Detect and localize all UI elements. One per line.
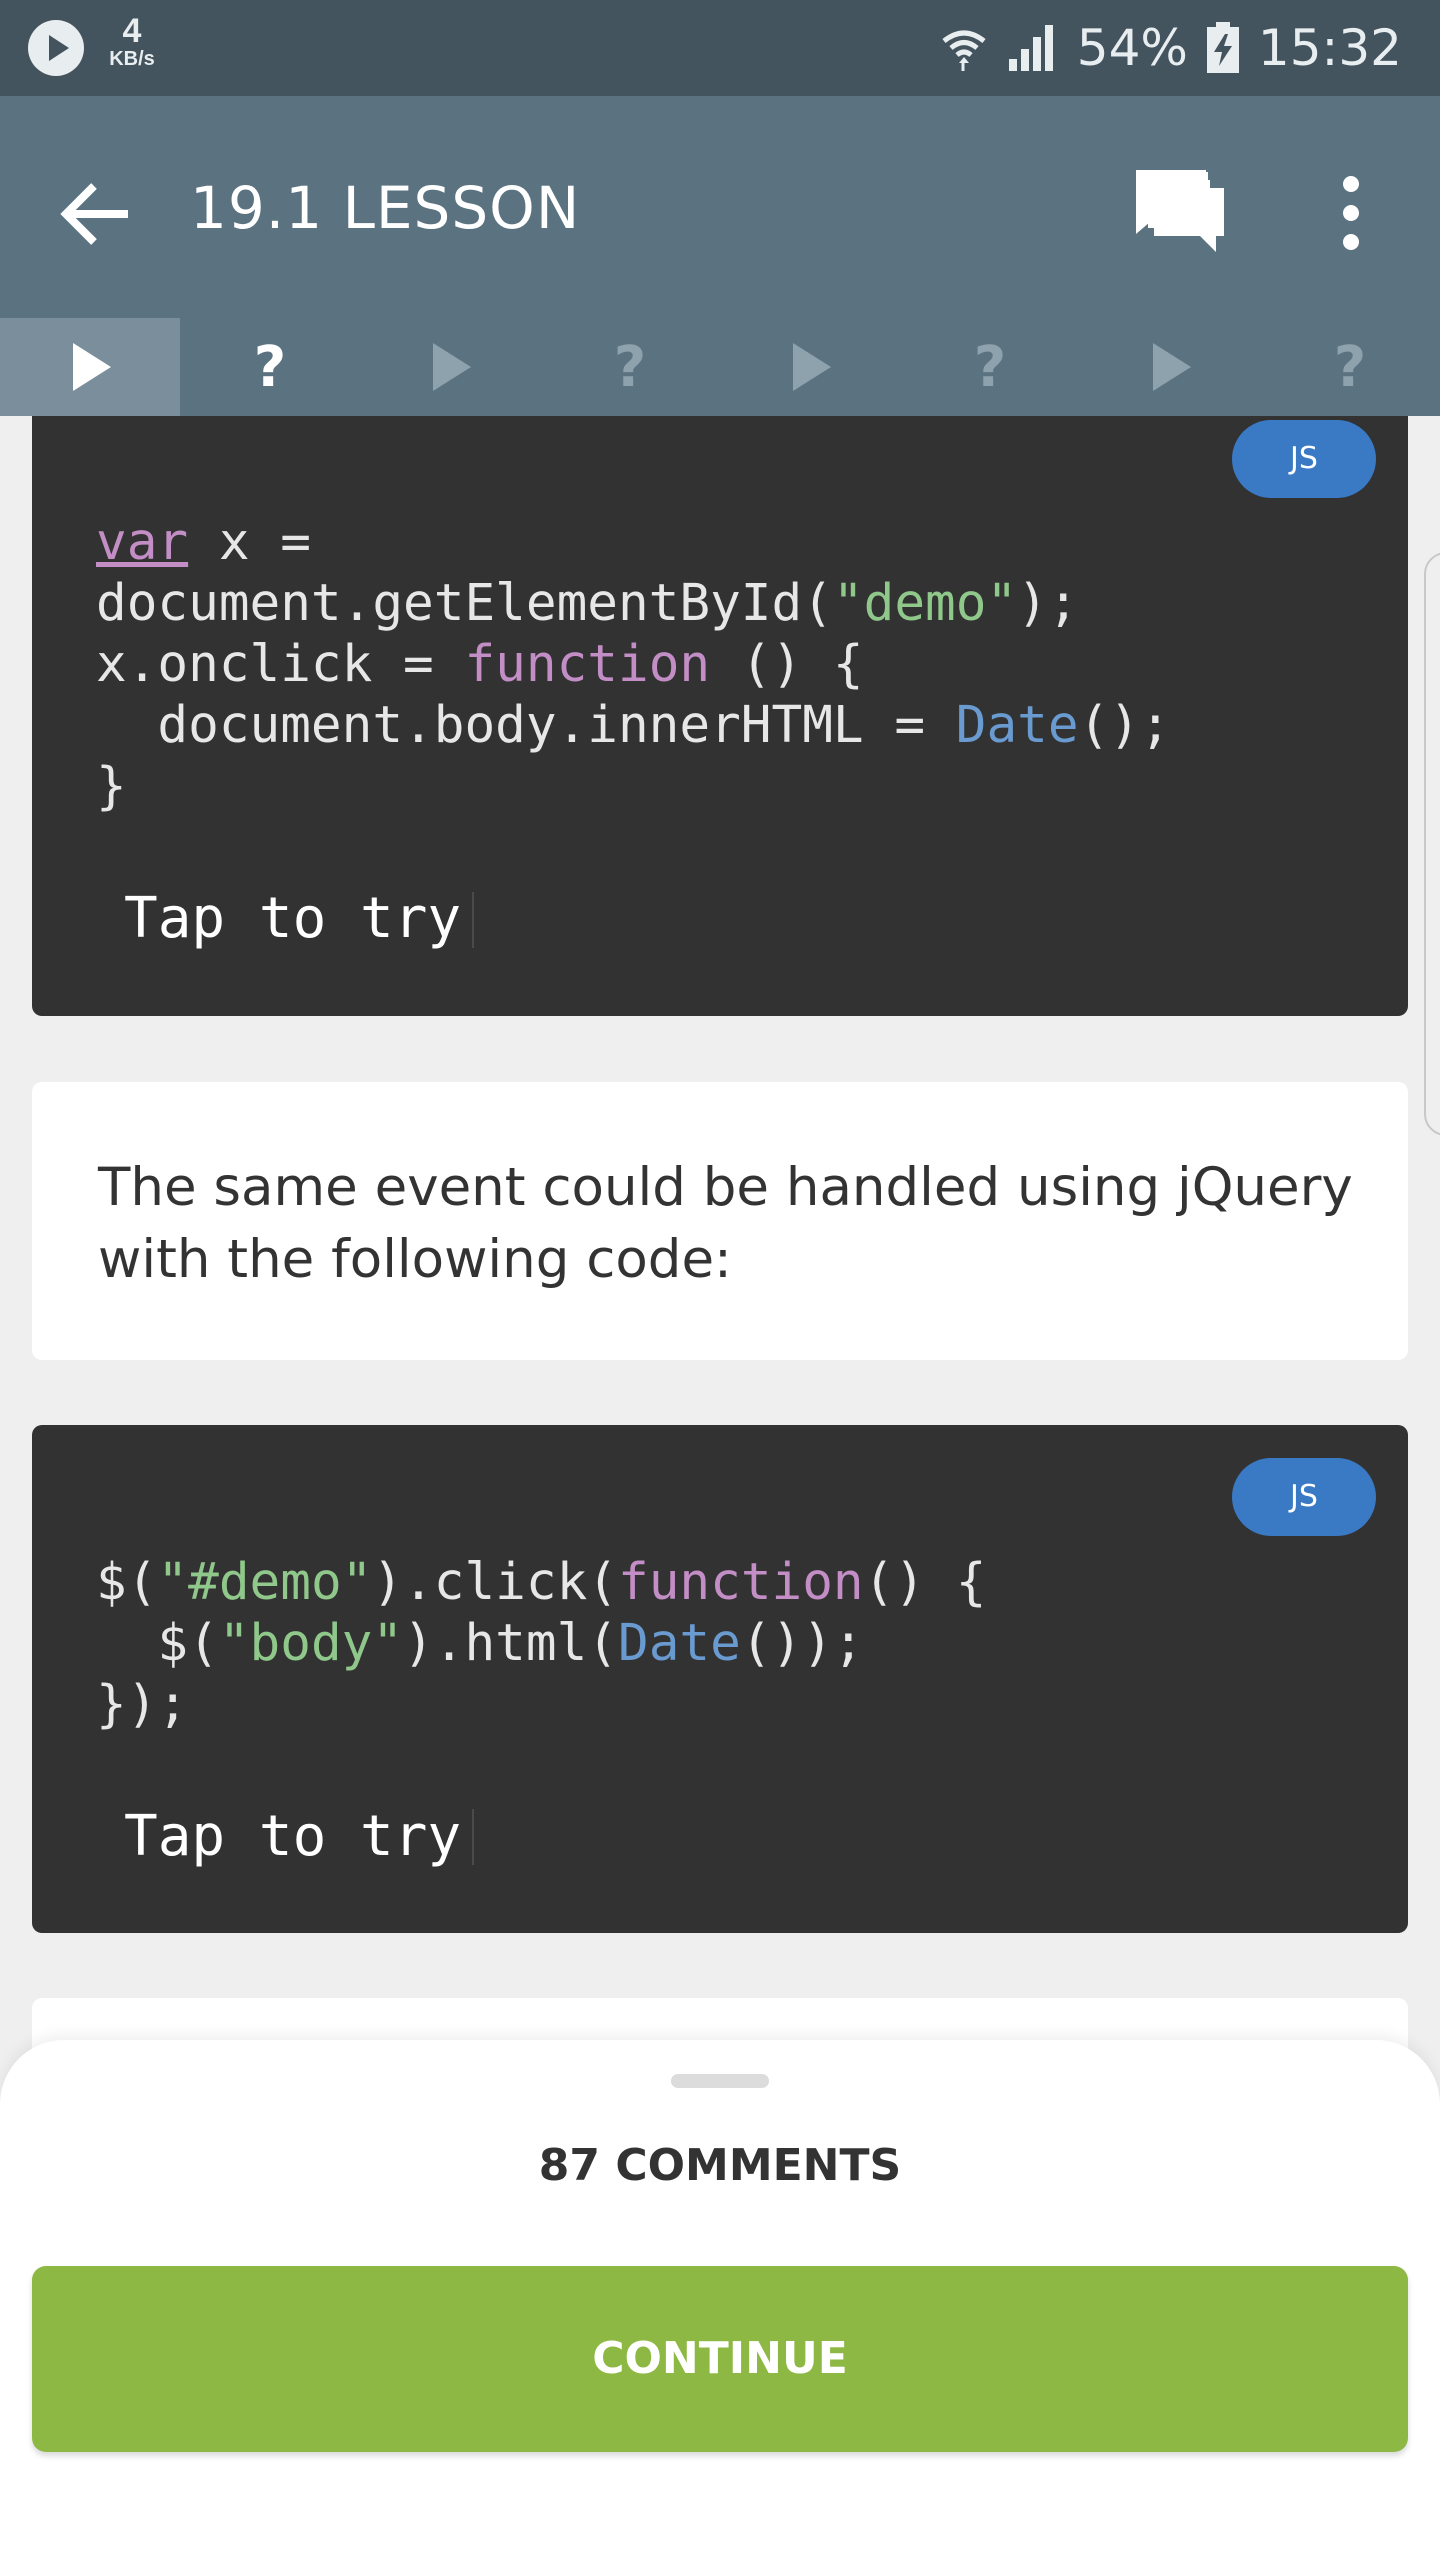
- question-mark-icon: ?: [973, 334, 1007, 400]
- lesson-title: 19.1 LESSON: [190, 174, 581, 242]
- language-badge: JS: [1232, 420, 1376, 498]
- tab-play-2[interactable]: [360, 318, 540, 416]
- tab-question-1[interactable]: ?: [180, 318, 360, 416]
- code-block-2[interactable]: JS $("#demo").click(function() { $("body…: [32, 1425, 1408, 1933]
- battery-charging-icon: [1206, 22, 1239, 73]
- network-speed: 4 KB/s: [102, 14, 162, 70]
- wifi-icon: [942, 30, 986, 71]
- app-bar: 19.1 LESSON: [0, 96, 1440, 318]
- tab-play-3[interactable]: [720, 318, 900, 416]
- tab-question-3[interactable]: ?: [900, 318, 1080, 416]
- network-speed-value: 4: [122, 12, 142, 50]
- scroll-indicator[interactable]: [1424, 552, 1440, 1136]
- signal-icon: [1008, 25, 1053, 71]
- explanation-card: The same event could be handled using jQ…: [32, 1082, 1408, 1360]
- bottom-sheet: 87 COMMENTS CONTINUE: [0, 2040, 1440, 2560]
- code-line-3: x.onclick = function () {: [96, 635, 864, 694]
- media-play-icon: [28, 20, 84, 76]
- code-line-1: $("#demo").click(function() {: [96, 1553, 987, 1612]
- caret: [472, 1809, 474, 1865]
- code-line-2: $("body").html(Date());: [96, 1614, 864, 1673]
- caret: [472, 892, 474, 948]
- sheet-drag-handle[interactable]: [671, 2074, 769, 2088]
- code-line-1: var x =: [96, 513, 311, 572]
- code-snippet-2: $("#demo").click(function() { $("body").…: [96, 1552, 986, 1735]
- tab-question-4[interactable]: ?: [1260, 318, 1440, 416]
- question-mark-icon: ?: [253, 334, 287, 400]
- explanation-text: The same event could be handled using jQ…: [98, 1157, 1353, 1290]
- network-speed-unit: KB/s: [109, 48, 155, 70]
- comments-icon[interactable]: [1132, 166, 1228, 256]
- play-icon: [73, 343, 111, 391]
- play-icon: [793, 343, 831, 391]
- play-icon: [1153, 343, 1191, 391]
- clock: 15:32: [1257, 19, 1402, 77]
- code-line-3: });: [96, 1675, 189, 1734]
- lesson-progress-tabs: ? ? ? ?: [0, 318, 1440, 416]
- tab-play-1[interactable]: [0, 318, 180, 416]
- more-options-icon[interactable]: [1326, 168, 1376, 258]
- continue-button[interactable]: CONTINUE: [32, 2266, 1408, 2452]
- question-mark-icon: ?: [613, 334, 647, 400]
- question-mark-icon: ?: [1333, 334, 1367, 400]
- tap-to-try-1[interactable]: Tap to try: [124, 886, 461, 951]
- tap-to-try-2[interactable]: Tap to try: [124, 1804, 461, 1869]
- status-bar: 4 KB/s 54% 15:32: [0, 0, 1440, 96]
- tab-question-2[interactable]: ?: [540, 318, 720, 416]
- battery-percent: 54%: [1076, 19, 1188, 77]
- language-badge: JS: [1232, 1458, 1376, 1536]
- code-line-5: }: [96, 757, 127, 816]
- code-snippet-1: var x = document.getElementById("demo");…: [96, 512, 1171, 817]
- back-arrow-icon[interactable]: [56, 172, 140, 256]
- code-block-1[interactable]: JS var x = document.getElementById("demo…: [32, 416, 1408, 1016]
- code-line-2: document.getElementById("demo");: [96, 574, 1079, 633]
- play-icon: [433, 343, 471, 391]
- comments-link[interactable]: 87 COMMENTS: [0, 2140, 1440, 2191]
- code-line-4: document.body.innerHTML = Date();: [96, 696, 1171, 755]
- tab-play-4[interactable]: [1080, 318, 1260, 416]
